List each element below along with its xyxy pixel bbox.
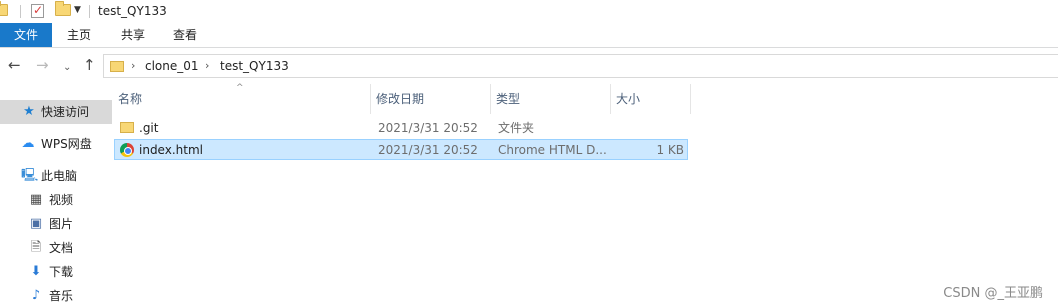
breadcrumb-clone-01[interactable]: clone_01	[145, 59, 199, 73]
file-name: index.html	[139, 143, 203, 157]
tab-home[interactable]: 主页	[52, 23, 106, 47]
forward-arrow-icon[interactable]: →	[36, 56, 49, 74]
recent-locations-chevron-icon[interactable]: ⌄	[63, 59, 71, 77]
window-title: test_QY133	[98, 4, 167, 18]
address-bar[interactable]: › clone_01 › test_QY133	[103, 54, 1058, 78]
video-icon: ▦	[29, 192, 43, 207]
breadcrumb-chevron-icon[interactable]: ›	[205, 59, 209, 72]
file-modified-date: 2021/3/31 20:52	[378, 143, 478, 157]
column-header-type[interactable]: 类型	[490, 84, 610, 114]
folder-icon	[0, 1, 8, 16]
file-name: .git	[139, 121, 159, 135]
new-folder-icon[interactable]	[55, 1, 71, 16]
table-row[interactable]: .git 2021/3/31 20:52 文件夹	[114, 118, 688, 139]
toolbar-divider	[89, 5, 90, 18]
watermark: CSDN @_王亚鹏	[943, 286, 1043, 301]
tab-share[interactable]: 共享	[106, 23, 160, 47]
sidebar-item-label: 图片	[49, 217, 74, 231]
sidebar-item-wps-drive[interactable]: ☁ WPS网盘	[0, 132, 112, 156]
picture-icon: ▣	[29, 216, 43, 231]
folder-icon	[110, 61, 124, 72]
table-row-selected[interactable]: index.html 2021/3/31 20:52 Chrome HTML D…	[114, 139, 688, 160]
sidebar-item-label: 文档	[49, 241, 74, 255]
computer-icon: 🖳	[21, 168, 39, 183]
back-arrow-icon[interactable]: ←	[8, 56, 21, 74]
breadcrumb-chevron-icon[interactable]: ›	[131, 59, 135, 72]
navigation-pane: ★ 快速访问 ☁ WPS网盘 🖳 此电脑 ▦ 视频 ▣ 图片 🗎 文档 ⬇ 下载…	[0, 84, 112, 307]
properties-icon[interactable]	[31, 3, 44, 18]
column-header-date-modified[interactable]: 修改日期	[370, 84, 490, 114]
file-list: ^ 名称 修改日期 类型 大小 .git 2021/3/31 20:52 文件夹…	[112, 83, 1058, 307]
sidebar-item-music[interactable]: ♪ 音乐	[0, 284, 112, 307]
folder-icon	[120, 122, 134, 133]
cloud-icon: ☁	[21, 136, 35, 151]
sidebar-item-documents[interactable]: 🗎 文档	[0, 236, 112, 260]
customize-toolbar-chevron-icon[interactable]: ▼	[74, 5, 81, 20]
ribbon-tabs: 文件 主页 共享 查看	[0, 23, 1058, 48]
tab-view[interactable]: 查看	[160, 23, 210, 47]
sidebar-item-quick-access[interactable]: ★ 快速访问	[0, 100, 112, 124]
sidebar-item-videos[interactable]: ▦ 视频	[0, 188, 112, 212]
toolbar-divider	[20, 5, 21, 18]
document-icon: 🗎	[30, 240, 42, 255]
sidebar-item-pictures[interactable]: ▣ 图片	[0, 212, 112, 236]
sidebar-item-label: 下载	[49, 265, 74, 279]
sidebar-item-this-pc[interactable]: 🖳 此电脑	[0, 164, 112, 188]
chrome-icon	[120, 143, 134, 157]
sidebar-item-label: 音乐	[49, 289, 74, 303]
column-header-size[interactable]: 大小	[610, 84, 690, 114]
column-resize-handle[interactable]	[690, 84, 691, 114]
tab-file[interactable]: 文件	[0, 23, 52, 47]
title-bar: ▼ test_QY133	[0, 0, 1058, 23]
sidebar-item-label: 视频	[49, 193, 74, 207]
file-type: 文件夹	[498, 121, 535, 135]
navigation-bar: ← → ⌄ ↑ › clone_01 › test_QY133	[0, 48, 1058, 84]
sidebar-item-downloads[interactable]: ⬇ 下载	[0, 260, 112, 284]
up-arrow-icon[interactable]: ↑	[83, 56, 96, 74]
star-icon: ★	[23, 104, 35, 119]
file-type: Chrome HTML D...	[498, 143, 607, 157]
breadcrumb-test-qy133[interactable]: test_QY133	[220, 59, 289, 73]
column-header-name[interactable]: 名称	[112, 84, 370, 114]
file-size: 1 KB	[656, 143, 684, 157]
file-modified-date: 2021/3/31 20:52	[378, 121, 478, 135]
music-icon: ♪	[31, 288, 41, 303]
sidebar-item-label: 快速访问	[41, 105, 90, 119]
sidebar-item-label: 此电脑	[41, 169, 78, 183]
download-icon: ⬇	[30, 264, 42, 279]
sidebar-item-label: WPS网盘	[41, 137, 92, 151]
